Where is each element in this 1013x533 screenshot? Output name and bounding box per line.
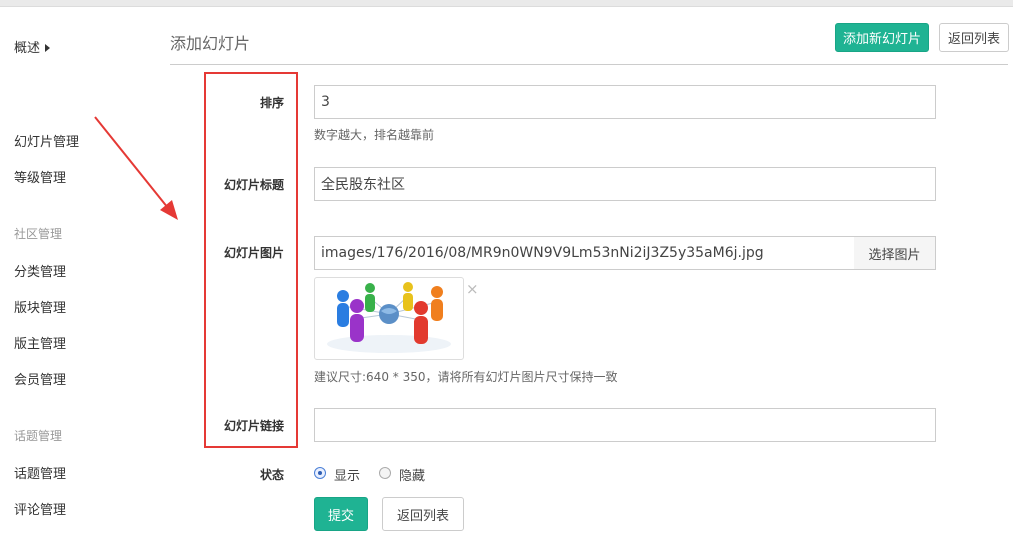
submit-button[interactable]: 提交 bbox=[314, 497, 368, 531]
status-label: 状态 bbox=[259, 468, 284, 482]
header-divider bbox=[170, 64, 1008, 65]
status-show-label[interactable]: 显示 bbox=[334, 465, 360, 484]
sidebar-item-boards[interactable]: 版块管理 bbox=[14, 297, 66, 316]
remove-image-icon[interactable]: × bbox=[466, 280, 479, 298]
status-hide-label[interactable]: 隐藏 bbox=[399, 465, 425, 484]
sidebar-item-members[interactable]: 会员管理 bbox=[14, 369, 66, 388]
status-hide-radio[interactable] bbox=[379, 467, 391, 479]
link-input[interactable] bbox=[314, 408, 936, 442]
image-path-input[interactable]: images/176/2016/08/MR9n0WN9V9Lm53nNi2iJ3… bbox=[314, 236, 855, 270]
sidebar-item-comments[interactable]: 评论管理 bbox=[14, 499, 66, 518]
annotation-arrow-icon bbox=[94, 116, 178, 220]
order-input[interactable]: 3 bbox=[314, 85, 936, 119]
sidebar-item-categories[interactable]: 分类管理 bbox=[14, 261, 66, 280]
annotation-highlight-box bbox=[204, 72, 298, 448]
form-back-to-list-button[interactable]: 返回列表 bbox=[382, 497, 464, 531]
status-show-radio[interactable] bbox=[314, 467, 326, 479]
image-preview bbox=[314, 277, 464, 360]
sidebar-item-topics[interactable]: 话题管理 bbox=[14, 463, 66, 482]
add-slide-button[interactable]: 添加新幻灯片 bbox=[835, 23, 929, 52]
people-network-image bbox=[327, 282, 451, 353]
sidebar-heading-topics: 话题管理 bbox=[14, 429, 63, 443]
image-help-text: 建议尺寸:640 * 350，请将所有幻灯片图片尺寸保持一致 bbox=[314, 370, 618, 384]
sidebar-item-moderators[interactable]: 版主管理 bbox=[14, 333, 66, 352]
title-input[interactable]: 全民股东社区 bbox=[314, 167, 936, 201]
choose-image-button[interactable]: 选择图片 bbox=[854, 236, 936, 270]
back-to-list-button[interactable]: 返回列表 bbox=[939, 23, 1009, 52]
order-help-text: 数字越大，排名越靠前 bbox=[314, 128, 435, 142]
